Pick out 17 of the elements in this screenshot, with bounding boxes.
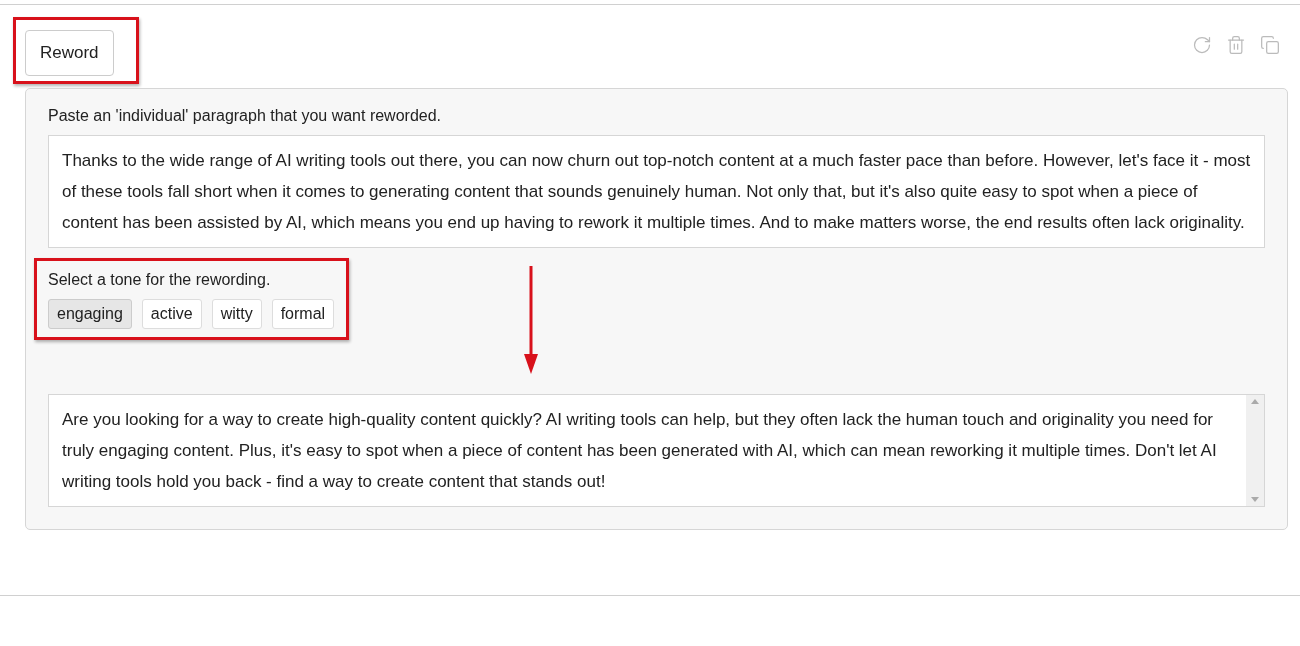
tone-option[interactable]: engaging: [48, 299, 132, 329]
result-text: Are you looking for a way to create high-quality content quickly? AI writing tools can help, but they often lack the human touch and originality you need for truly engaging content. Plus, it's easy to spot when a piece of content has been generated with AI, which can mean reworking it multiple times. Don't let AI writing tools hold you back - find a way to create content that stands out!: [61, 409, 1218, 493]
scroll-up-icon[interactable]: [1251, 399, 1259, 404]
input-label: Paste an 'individual' paragraph that you want reworded.: [48, 107, 443, 125]
down-arrow-icon: [524, 266, 539, 374]
scroll-down-icon[interactable]: [1251, 497, 1259, 502]
copy-icon[interactable]: [1260, 35, 1280, 55]
paragraph-field[interactable]: Thanks to the wide range of AI writing tools out there, you can now churn out top-notch content at a much faster pace than before. However, let's face it - most of these tools fall short when it comes to generating content that sounds genuinely human. Not only that, but it's also quite easy to spot when a piece of content has been assisted by AI, which means you end up having to rework it multiple times. And to make matters worse, the end results often lack originality.: [48, 135, 1265, 248]
tone-option[interactable]: formal: [271, 299, 335, 329]
tone-label: Select a tone for the rewording.: [48, 271, 272, 289]
refresh-icon[interactable]: [1192, 35, 1212, 55]
scrollbar[interactable]: [1246, 395, 1264, 506]
tone-option[interactable]: witty: [211, 299, 262, 329]
reword-button[interactable]: Reword: [25, 30, 114, 76]
trash-icon[interactable]: [1226, 35, 1246, 55]
result-field[interactable]: [48, 394, 1265, 507]
tone-option[interactable]: active: [141, 299, 202, 329]
